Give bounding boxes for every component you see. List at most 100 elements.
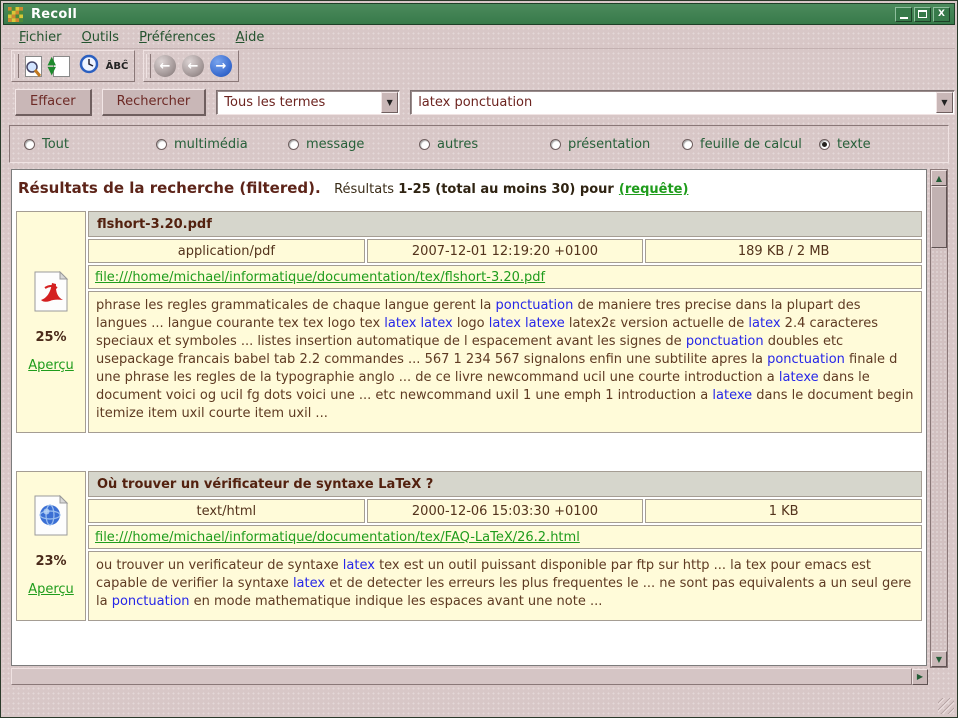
- result-detail-column: flshort-3.20.pdfapplication/pdf2007-12-0…: [88, 211, 922, 433]
- results-range: 1-25 (total au moins 30) pour: [398, 182, 614, 197]
- nav-first-button[interactable]: ←: [152, 53, 178, 79]
- update-index-icon: ▲▼: [53, 56, 70, 77]
- filter-label: présentation: [568, 137, 650, 152]
- term-explorer-icon: ÂBĈ: [106, 61, 129, 72]
- nav-prev-button[interactable]: ←: [180, 53, 206, 79]
- resize-grip[interactable]: [938, 698, 954, 714]
- radio-icon[interactable]: [682, 139, 693, 150]
- snippet-highlight: latex: [343, 558, 375, 573]
- window-title: Recoll: [31, 7, 77, 22]
- snippet-text: phrase les regles grammaticales de chaqu…: [96, 298, 496, 313]
- recoll-app-icon: [8, 7, 23, 22]
- result-mime: application/pdf: [88, 239, 365, 263]
- nav-prev-icon: ←: [182, 55, 204, 77]
- filter-option-texte[interactable]: texte: [819, 137, 871, 152]
- scroll-down-icon[interactable]: ▼: [931, 651, 947, 667]
- filter-label: autres: [437, 137, 478, 152]
- search-mode-value: Tous les termes: [217, 95, 381, 110]
- snippet-text: ou trouver un verificateur de syntaxe: [96, 558, 343, 573]
- radio-icon[interactable]: [819, 139, 830, 150]
- nav-first-icon: ←: [154, 55, 176, 77]
- result-date: 2007-12-01 12:19:20 +0100: [367, 239, 644, 263]
- result-item: 25% Aperçu flshort-3.20.pdfapplication/pdf…: [16, 211, 922, 433]
- vertical-scrollbar[interactable]: ▲ ▼: [930, 169, 948, 668]
- query-combobox[interactable]: latex ponctuation ▼: [410, 90, 955, 115]
- update-index-button[interactable]: ▲▼: [48, 53, 74, 79]
- clear-button[interactable]: Effacer: [15, 89, 92, 116]
- menu-item-aide[interactable]: Aide: [228, 28, 273, 47]
- filter-label: message: [306, 137, 364, 152]
- search-mode-combobox[interactable]: Tous les termes ▼: [216, 90, 400, 115]
- results-header: Résultats de la recherche (filtered). Ré…: [16, 176, 922, 197]
- result-meta-row: application/pdf2007-12-01 12:19:20 +0100…: [88, 239, 922, 263]
- search-row: Effacer Rechercher Tous les termes ▼ lat…: [3, 87, 955, 117]
- preview-link[interactable]: Aperçu: [28, 358, 74, 373]
- nav-next-button[interactable]: →: [208, 53, 234, 79]
- term-explorer-button[interactable]: ÂBĈ: [104, 53, 130, 79]
- snippet-highlight: ponctuation: [686, 334, 764, 349]
- chevron-down-icon[interactable]: ▼: [936, 92, 953, 113]
- result-date: 2000-12-06 15:03:30 +0100: [367, 499, 644, 523]
- html-icon: [33, 495, 69, 541]
- relevance-score: 25%: [35, 330, 66, 345]
- menubar: FichierOutilsPréférences Aide: [3, 27, 955, 49]
- vertical-scrollbar-thumb[interactable]: [931, 186, 947, 248]
- query-link[interactable]: (requête): [619, 182, 689, 197]
- history-icon: [79, 54, 99, 78]
- search-button[interactable]: Rechercher: [102, 89, 207, 116]
- maximize-button[interactable]: [914, 7, 931, 22]
- query-value: latex ponctuation: [411, 95, 936, 110]
- snippet-text: logo: [453, 316, 489, 331]
- radio-icon[interactable]: [288, 139, 299, 150]
- history-button[interactable]: [76, 53, 102, 79]
- chevron-down-icon[interactable]: ▼: [381, 92, 398, 113]
- minimize-button[interactable]: [895, 7, 912, 22]
- menu-item-préférences[interactable]: Préférences: [131, 28, 223, 47]
- snippet-highlight: ponctuation: [767, 352, 845, 367]
- result-snippet: phrase les regles grammaticales de chaqu…: [88, 291, 922, 433]
- scroll-right-icon[interactable]: ▶: [912, 669, 928, 685]
- snippet-text: latex2ε version actuelle de: [565, 316, 749, 331]
- filter-option-présentation[interactable]: présentation: [550, 137, 682, 152]
- search-doc-icon: [25, 56, 42, 77]
- radio-icon[interactable]: [24, 139, 35, 150]
- toolbar-group-1: ▲▼ ÂBĈ: [11, 50, 135, 82]
- filter-label: multimédia: [174, 137, 248, 152]
- result-url-row: file:///home/michael/informatique/docume…: [88, 265, 922, 289]
- menu-item-outils[interactable]: Outils: [74, 28, 128, 47]
- result-url-link[interactable]: file:///home/michael/informatique/docume…: [95, 270, 545, 285]
- result-mime: text/html: [88, 499, 365, 523]
- result-url-link[interactable]: file:///home/michael/informatique/docume…: [95, 530, 580, 545]
- results-title: Résultats de la recherche (filtered).: [18, 179, 321, 197]
- titlebar[interactable]: Recoll X: [3, 3, 955, 25]
- maximize-icon: [918, 10, 927, 18]
- horizontal-scrollbar[interactable]: ▶: [11, 667, 928, 686]
- filter-option-message[interactable]: message: [288, 137, 419, 152]
- filter-option-autres[interactable]: autres: [419, 137, 550, 152]
- recoll-window: Recoll X FichierOutilsPréférencesAide ▲▼…: [0, 0, 958, 718]
- minimize-icon: [900, 17, 908, 19]
- pdf-icon: [33, 271, 69, 317]
- result-title: Où trouver un vérificateur de syntaxe La…: [88, 471, 922, 497]
- radio-icon[interactable]: [156, 139, 167, 150]
- menu-item-fichier[interactable]: Fichier: [11, 28, 70, 47]
- radio-icon[interactable]: [419, 139, 430, 150]
- preview-link[interactable]: Aperçu: [28, 582, 74, 597]
- snippet-highlight: latex latex: [384, 316, 452, 331]
- result-size: 189 KB / 2 MB: [645, 239, 922, 263]
- filter-option-feuille-de-calcul[interactable]: feuille de calcul: [682, 137, 819, 152]
- filter-label: Tout: [42, 137, 69, 152]
- filter-option-multimédia[interactable]: multimédia: [156, 137, 288, 152]
- result-url-row: file:///home/michael/informatique/docume…: [88, 525, 922, 549]
- filter-option-Tout[interactable]: Tout: [24, 137, 156, 152]
- search-doc-button[interactable]: [20, 53, 46, 79]
- snippet-highlight: ponctuation: [112, 594, 190, 609]
- snippet-highlight: latex: [748, 316, 780, 331]
- close-button[interactable]: X: [933, 7, 950, 22]
- nav-next-icon: →: [210, 55, 232, 77]
- snippet-highlight: latexe: [779, 370, 819, 385]
- horizontal-scrollbar-thumb[interactable]: [11, 668, 912, 685]
- filter-label: texte: [837, 137, 871, 152]
- radio-icon[interactable]: [550, 139, 561, 150]
- scroll-up-icon[interactable]: ▲: [931, 170, 947, 186]
